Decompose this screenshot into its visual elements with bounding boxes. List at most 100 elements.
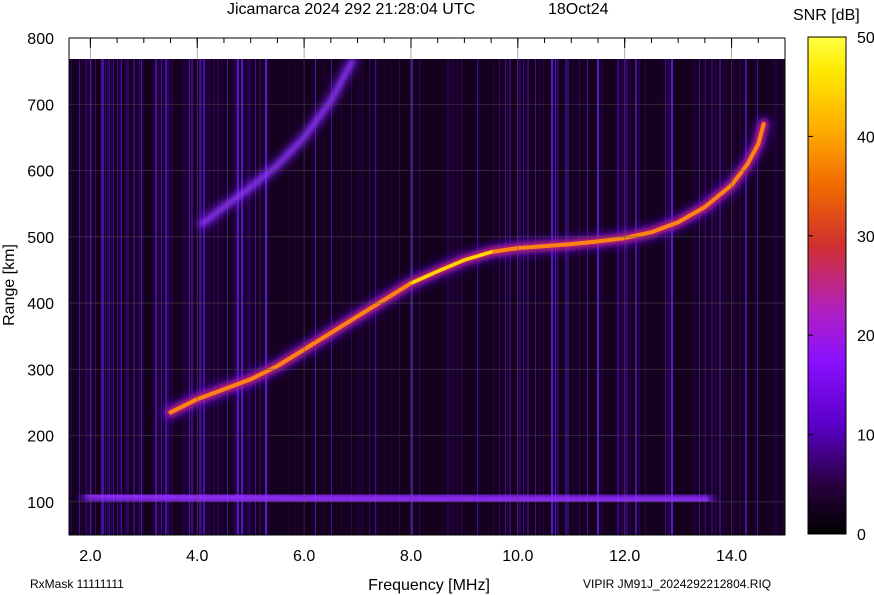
- colorbar-tick-label: 0: [857, 527, 866, 544]
- noise-column: [109, 59, 110, 535]
- noise-column: [777, 59, 778, 535]
- x-tick-label: 10.0: [502, 548, 533, 565]
- noise-column: [247, 59, 249, 535]
- noise-column: [667, 59, 669, 535]
- y-tick-label: 700: [27, 97, 54, 114]
- noise-column: [539, 59, 540, 535]
- noise-column: [733, 59, 735, 535]
- noise-column: [191, 59, 193, 535]
- noise-column: [625, 59, 627, 535]
- noise-column: [661, 59, 662, 535]
- colorbar-gradient: [807, 36, 847, 535]
- y-tick-label: 300: [27, 362, 54, 379]
- noise-column: [457, 59, 458, 535]
- noise-column: [453, 59, 454, 535]
- noise-column: [725, 59, 726, 535]
- noise-column: [695, 59, 696, 535]
- chart-title: Jicamarca 2024 292 21:28:04 UTC: [227, 1, 475, 18]
- chart-date: 18Oct24: [548, 1, 609, 18]
- noise-column: [193, 59, 194, 535]
- noise-column: [775, 59, 777, 535]
- rxmask-label: RxMask 11111111: [30, 577, 124, 591]
- noise-column: [81, 59, 83, 535]
- noise-column: [743, 59, 744, 535]
- x-tick-label: 6.0: [293, 548, 315, 565]
- x-tick-label: 8.0: [400, 548, 422, 565]
- noise-column: [241, 59, 243, 535]
- file-label: VIPIR JM91J_2024292212804.RIQ: [583, 577, 771, 591]
- noise-column: [255, 59, 256, 535]
- noise-column: [699, 59, 700, 535]
- noise-column: [331, 59, 332, 535]
- y-tick-label: 500: [27, 230, 54, 247]
- noise-column: [237, 59, 239, 535]
- noise-column: [119, 59, 121, 535]
- noise-column: [773, 59, 775, 535]
- noise-column: [161, 59, 162, 535]
- noise-column: [519, 59, 521, 535]
- noise-column: [477, 59, 478, 535]
- noise-column: [451, 59, 452, 535]
- noise-column: [187, 59, 189, 535]
- noise-column: [183, 59, 185, 535]
- noise-column: [671, 59, 673, 535]
- noise-column: [665, 59, 666, 535]
- colorbar-tick-label: 40: [857, 129, 874, 146]
- noise-column: [669, 59, 670, 535]
- noise-column: [79, 59, 80, 535]
- noise-column: [91, 59, 92, 535]
- noise-column: [209, 59, 210, 535]
- noise-column: [557, 59, 559, 535]
- noise-column: [703, 59, 705, 535]
- noise-column: [139, 59, 140, 535]
- noise-column: [587, 59, 588, 535]
- noise-column: [555, 59, 556, 535]
- colorbar: 0 10 20 30 40 50: [807, 30, 874, 544]
- y-tick-label: 800: [27, 31, 54, 48]
- y-tick-label: 600: [27, 164, 54, 181]
- noise-column: [499, 59, 500, 535]
- noise-column: [159, 59, 161, 535]
- x-tick-label: 12.0: [609, 548, 640, 565]
- noise-column: [567, 59, 569, 535]
- noise-column: [543, 59, 544, 535]
- noise-column: [629, 59, 631, 535]
- noise-column: [137, 59, 138, 535]
- noise-column: [101, 59, 103, 535]
- noise-column: [155, 59, 157, 535]
- noise-column: [173, 59, 174, 535]
- y-tick-label: 100: [27, 495, 54, 512]
- noise-column: [447, 59, 449, 535]
- noise-column: [235, 59, 237, 535]
- noise-column: [189, 59, 190, 535]
- noise-column: [553, 59, 554, 535]
- colorbar-tick-label: 30: [857, 229, 874, 246]
- noise-column: [71, 59, 72, 535]
- noise-column: [85, 59, 87, 535]
- noise-column: [249, 59, 251, 535]
- noise-column: [233, 59, 234, 535]
- noise-column: [627, 59, 628, 535]
- noise-column: [719, 59, 721, 535]
- noise-column: [635, 59, 637, 535]
- noise-column: [171, 59, 173, 535]
- noise-column: [133, 59, 135, 535]
- noise-column: [163, 59, 164, 535]
- noise-column: [295, 59, 296, 535]
- x-tick-label: 4.0: [186, 548, 208, 565]
- noise-column: [227, 59, 228, 535]
- noise-column: [479, 59, 480, 535]
- noise-column: [105, 59, 106, 535]
- noise-column: [217, 59, 219, 535]
- noise-column: [505, 59, 506, 535]
- noise-column: [121, 59, 122, 535]
- noise-column: [221, 59, 223, 535]
- noise-column: [507, 59, 508, 535]
- noise-column: [169, 59, 170, 535]
- noise-column: [723, 59, 724, 535]
- noise-column: [207, 59, 209, 535]
- noise-column: [205, 59, 206, 535]
- colorbar-tick-label: 10: [857, 428, 874, 445]
- noise-column: [617, 59, 619, 535]
- noise-column: [509, 59, 511, 535]
